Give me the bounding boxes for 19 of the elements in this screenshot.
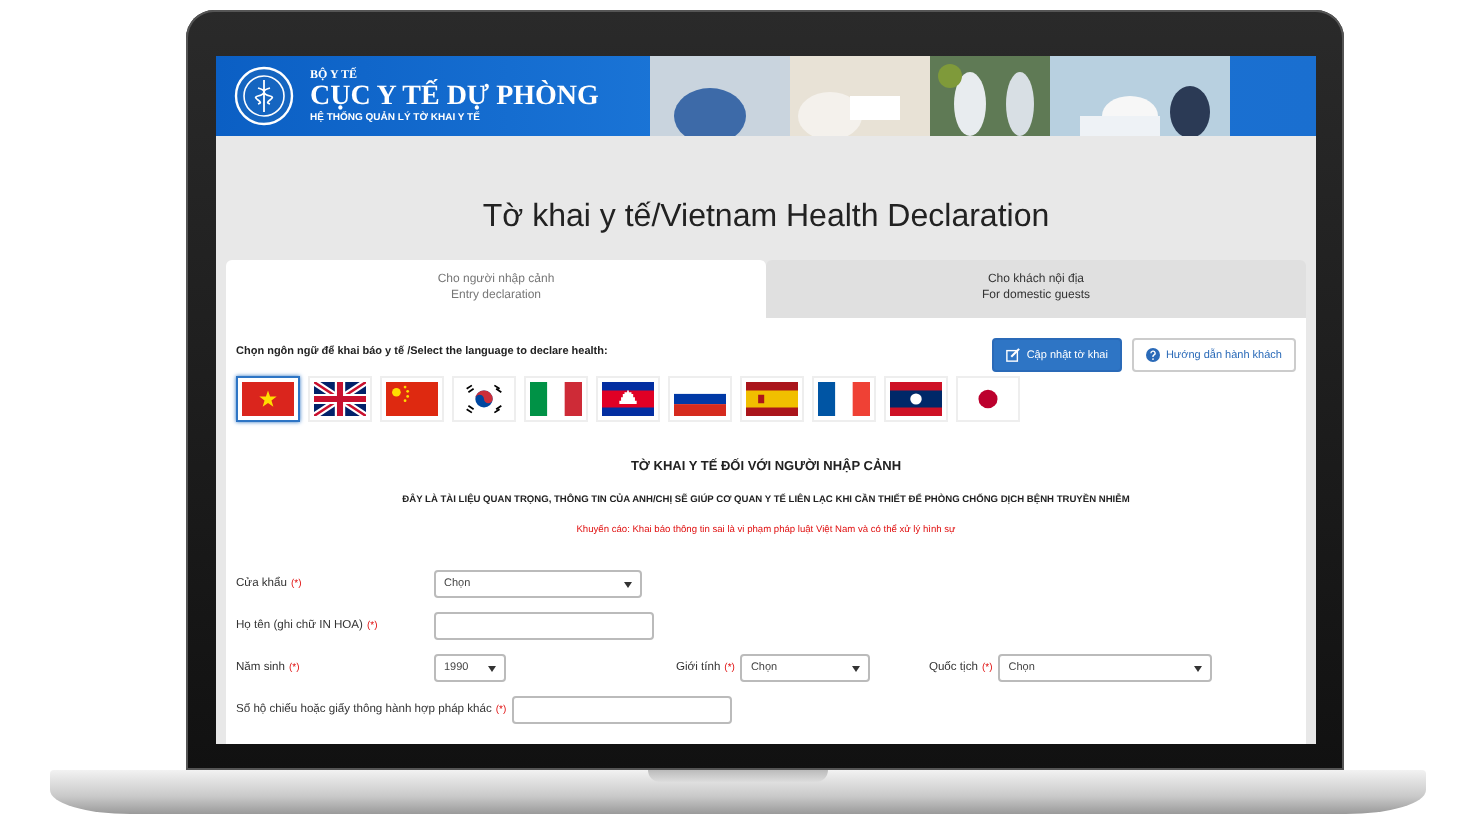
caret-icon [852, 665, 861, 671]
flag-icon [602, 382, 654, 416]
help-icon [1145, 348, 1160, 362]
input-field[interactable] [434, 612, 654, 640]
agency-name: CỤC Y TẾ DỰ PHÒNG [310, 81, 601, 111]
emblem-icon [234, 66, 294, 126]
flag-icon [314, 382, 366, 416]
flag-icon [530, 382, 582, 416]
flag-icon [386, 382, 438, 416]
flag-icon [746, 382, 798, 416]
caret-icon [488, 665, 496, 671]
input-field[interactable] [512, 696, 733, 724]
edit-icon [1006, 348, 1021, 362]
flag-icon [242, 382, 294, 416]
caret-icon [624, 581, 632, 587]
caret-icon [1194, 665, 1203, 671]
flag-icon [818, 382, 870, 416]
flag-icon [890, 382, 942, 416]
page-title: Tờ khai y tế/Vietnam Health Declaration [480, 200, 1052, 236]
